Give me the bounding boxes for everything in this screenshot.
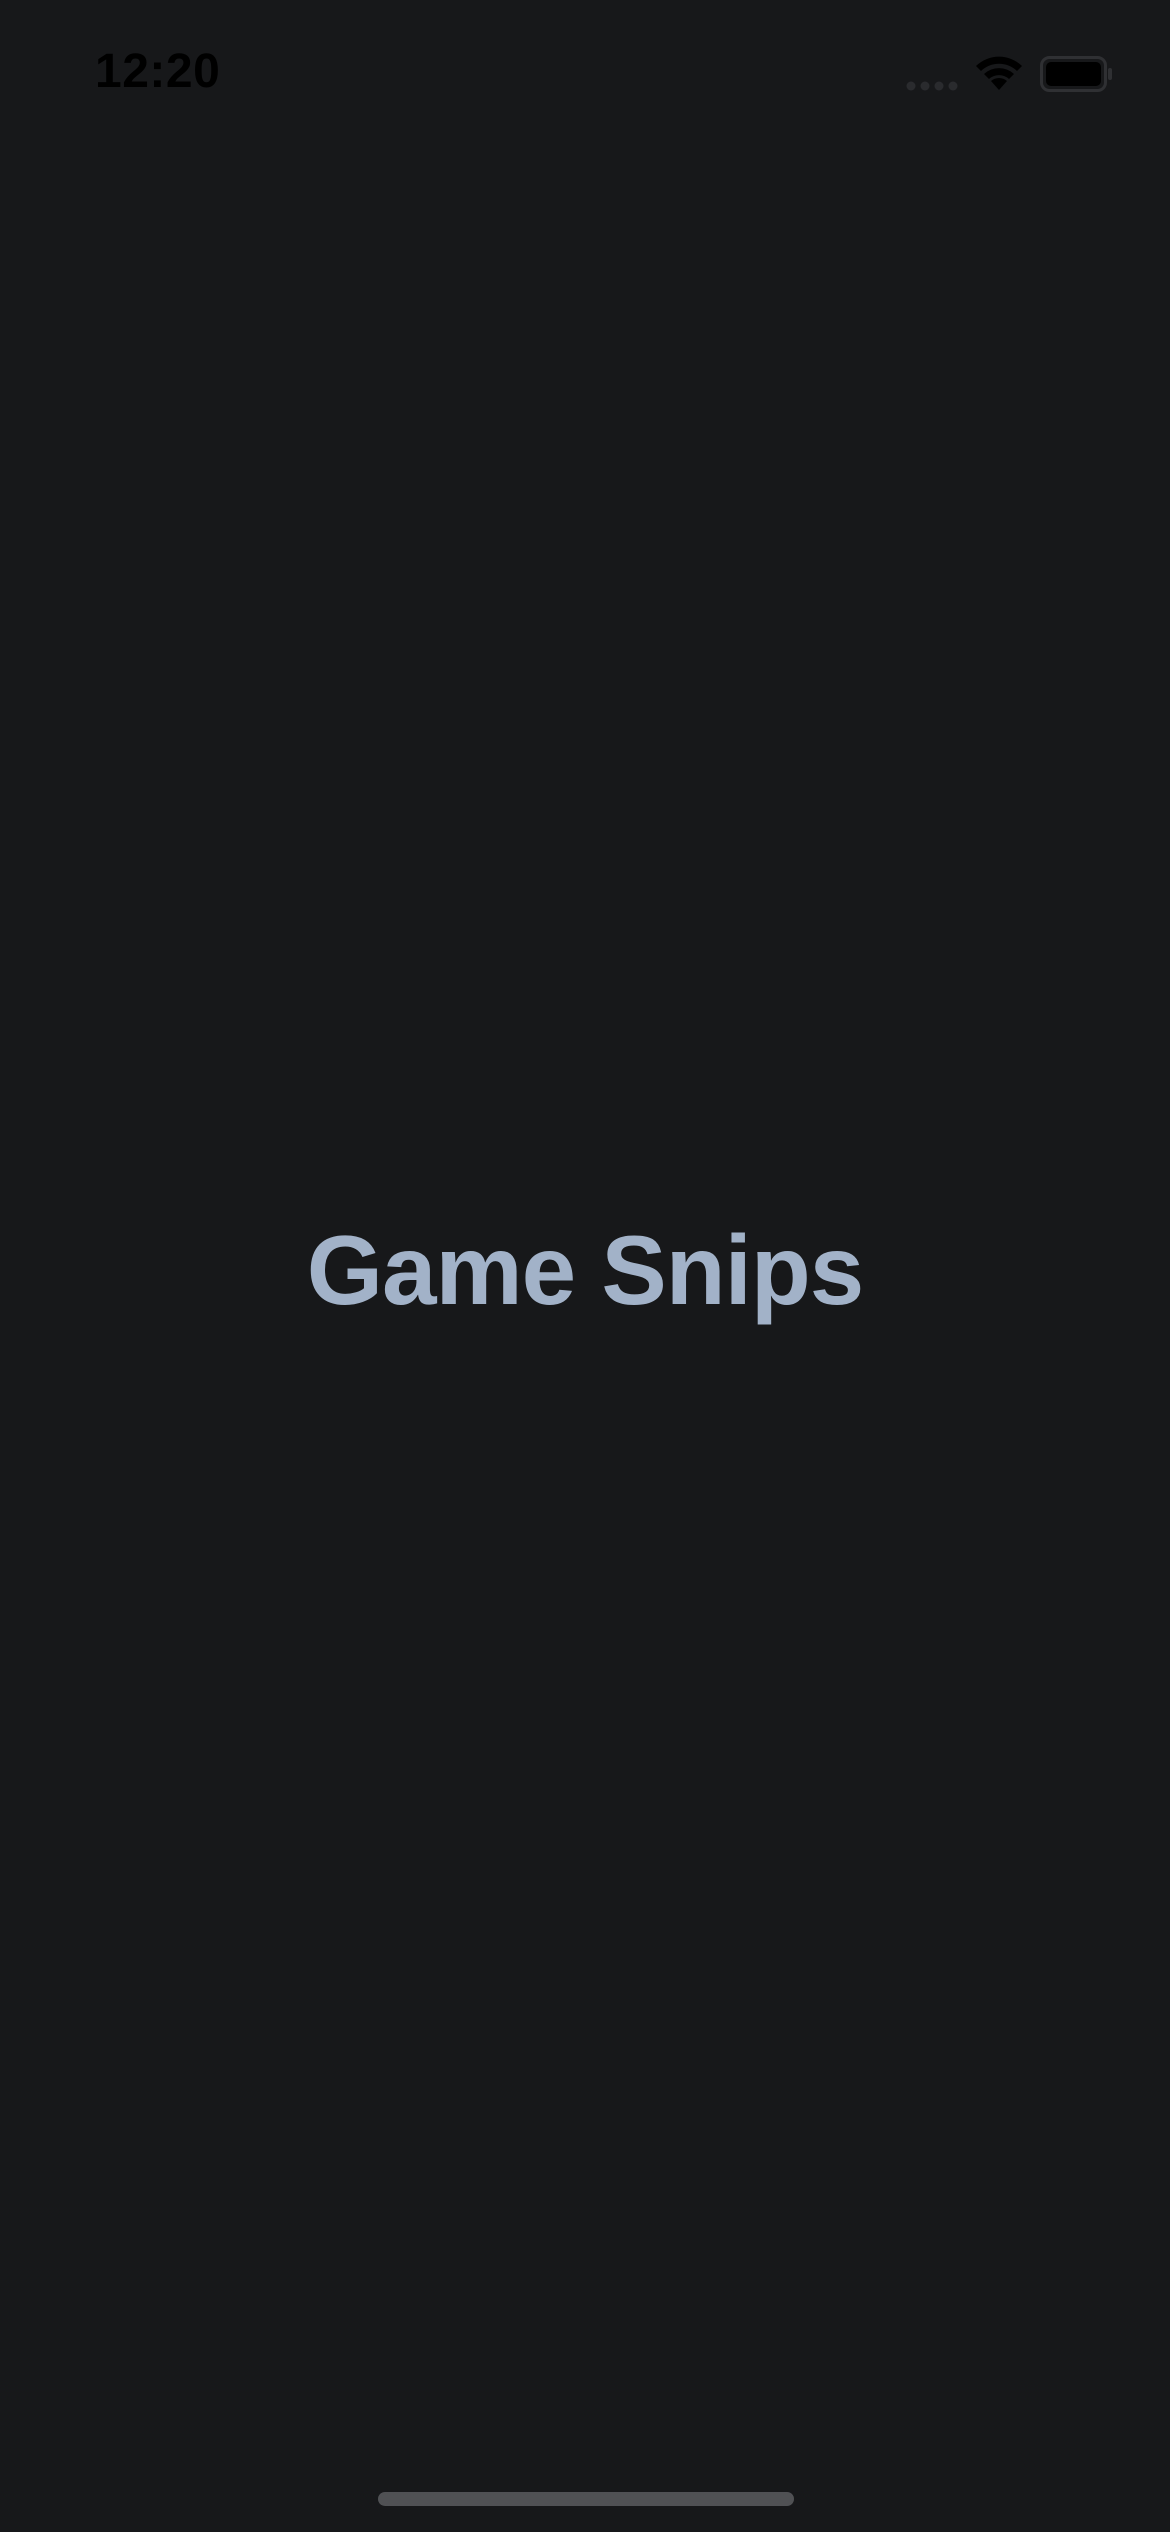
battery-icon xyxy=(1040,56,1112,92)
status-bar: 12:20 xyxy=(0,0,1170,150)
title-container: Game Snips xyxy=(0,1200,1170,1340)
status-time: 12:20 xyxy=(95,45,221,98)
home-indicator[interactable] xyxy=(378,2492,794,2506)
cellular-signal-icon xyxy=(906,81,958,91)
launch-screen: 12:20 Game Snips xyxy=(0,0,1170,2532)
app-title: Game Snips xyxy=(306,1215,864,1325)
wifi-icon xyxy=(976,56,1022,90)
